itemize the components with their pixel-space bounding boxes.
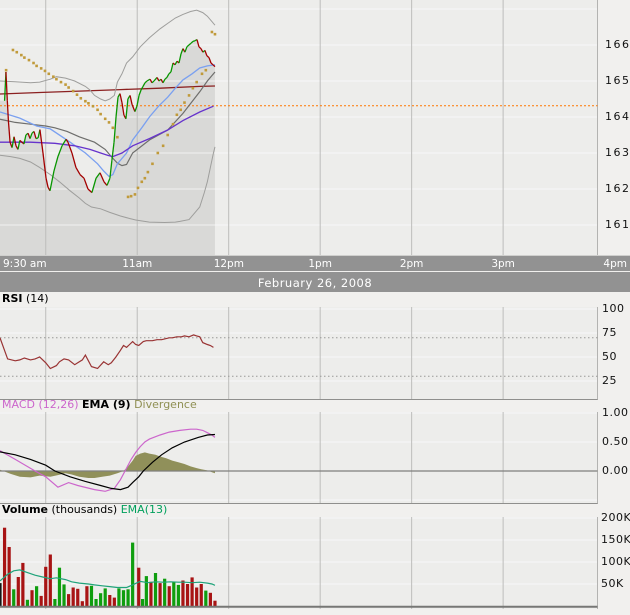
rsi-header: RSI (14) bbox=[2, 292, 49, 306]
rsi-params: (14) bbox=[26, 292, 49, 305]
rsi-panel bbox=[0, 307, 598, 400]
macd-axis-label: 0.00 bbox=[602, 464, 630, 477]
date-bar: February 26, 2008 bbox=[0, 272, 630, 292]
price-axis-label: 161 bbox=[605, 218, 630, 231]
stock-chart: 9:30 am 11am 12pm 1pm 2pm 3pm 4pm February 26,… bbox=[0, 0, 630, 615]
time-axis-label: 1pm bbox=[305, 258, 335, 270]
volume-ema-legend: EMA(13) bbox=[121, 503, 168, 516]
volume-header: Volume (thousands) EMA(13) bbox=[2, 503, 167, 517]
rsi-title: RSI bbox=[2, 292, 23, 305]
volume-axis-label: 150K bbox=[601, 533, 629, 546]
time-axis-label: 3pm bbox=[488, 258, 518, 270]
time-axis-label: 2pm bbox=[397, 258, 427, 270]
macd-axis-label: 1.00 bbox=[602, 406, 630, 419]
price-panel bbox=[0, 0, 598, 256]
volume-axis-label: 50K bbox=[601, 577, 629, 590]
divergence-legend: Divergence bbox=[134, 398, 197, 411]
volume-panel bbox=[0, 517, 598, 609]
time-axis-label: 9:30 am bbox=[3, 258, 47, 270]
rsi-axis-label: 100 bbox=[602, 302, 630, 315]
price-axis-label: 165 bbox=[605, 74, 630, 87]
volume-axis-label: 200K bbox=[601, 511, 629, 524]
price-axis-label: 163 bbox=[605, 146, 630, 159]
rsi-axis-label: 25 bbox=[602, 374, 630, 387]
macd-axis-label: 0.50 bbox=[602, 435, 630, 448]
time-axis-label: 4pm bbox=[603, 258, 627, 270]
macd-legend: MACD (12,26) bbox=[2, 398, 79, 411]
time-axis-label: 11am bbox=[122, 258, 152, 270]
volume-axis-label: 100K bbox=[601, 555, 629, 568]
volume-unit: (thousands) bbox=[52, 503, 118, 516]
time-axis-label: 12pm bbox=[214, 258, 244, 270]
price-axis-label: 166 bbox=[605, 38, 630, 51]
macd-panel bbox=[0, 412, 598, 504]
volume-title: Volume bbox=[2, 503, 48, 516]
time-axis: 9:30 am 11am 12pm 1pm 2pm 3pm 4pm bbox=[0, 255, 630, 271]
macd-header: MACD (12,26) EMA (9) Divergence bbox=[2, 398, 197, 412]
macd-signal-legend: EMA (9) bbox=[82, 398, 131, 411]
price-axis-label: 162 bbox=[605, 182, 630, 195]
rsi-axis-label: 75 bbox=[602, 326, 630, 339]
rsi-axis-label: 50 bbox=[602, 350, 630, 363]
price-axis-label: 164 bbox=[605, 110, 630, 123]
date-label: February 26, 2008 bbox=[258, 276, 372, 290]
